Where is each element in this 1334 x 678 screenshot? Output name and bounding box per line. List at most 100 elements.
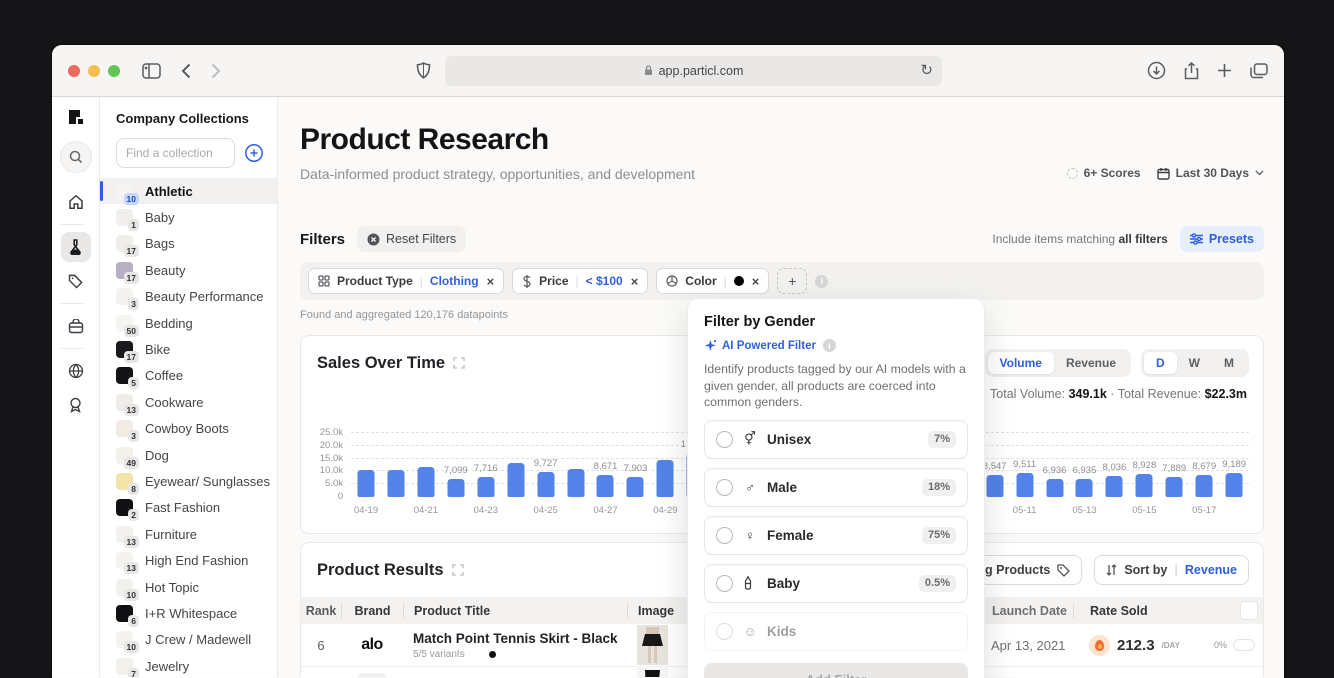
expand-icon[interactable] xyxy=(452,564,464,576)
bar-05-17[interactable] xyxy=(1196,475,1213,497)
collection-item-fast-fashion[interactable]: 2Fast Fashion xyxy=(100,495,277,521)
expand-icon[interactable] xyxy=(453,357,465,369)
collection-item-cookware[interactable]: 13Cookware xyxy=(100,389,277,415)
bar-04-27[interactable] xyxy=(597,475,614,497)
remove-chip-icon[interactable]: × xyxy=(487,274,495,289)
collection-search-input[interactable] xyxy=(116,138,235,168)
forward-button[interactable] xyxy=(211,63,221,79)
bar-05-16[interactable] xyxy=(1166,477,1183,497)
toggle-revenue[interactable]: Revenue xyxy=(1054,352,1128,374)
collection-count-badge: 17 xyxy=(124,245,139,257)
granularity-w[interactable]: W xyxy=(1177,352,1212,374)
filter-chip-price[interactable]: Price|< $100× xyxy=(512,268,648,294)
bar-04-26[interactable] xyxy=(567,469,584,497)
tab-overview-icon[interactable] xyxy=(1250,63,1268,79)
home-icon[interactable] xyxy=(61,187,91,217)
bar-05-18[interactable] xyxy=(1226,473,1243,497)
gender-option-male[interactable]: ♂Male18% xyxy=(704,468,968,507)
globe-icon[interactable] xyxy=(61,356,91,386)
bar-05-15[interactable] xyxy=(1136,474,1153,497)
date-range-selector[interactable]: Last 30 Days xyxy=(1157,166,1264,180)
downloads-icon[interactable] xyxy=(1147,61,1166,80)
close-window-button[interactable] xyxy=(68,65,80,77)
radio-button[interactable] xyxy=(716,431,733,448)
search-icon[interactable] xyxy=(60,141,92,173)
granularity-m[interactable]: M xyxy=(1212,352,1246,374)
bar-05-12[interactable] xyxy=(1046,479,1063,497)
collection-item-hot-topic[interactable]: 10Hot Topic xyxy=(100,574,277,600)
collection-thumbnail: 17 xyxy=(116,341,133,358)
column-header-launch-date[interactable]: Launch Date xyxy=(973,604,1073,618)
remove-chip-icon[interactable]: × xyxy=(752,274,760,289)
rank-cell: 6 xyxy=(301,638,341,653)
collection-item-furniture[interactable]: 13Furniture xyxy=(100,521,277,547)
bar-05-14[interactable] xyxy=(1106,476,1123,497)
bar-04-25[interactable] xyxy=(537,472,554,497)
radio-button[interactable] xyxy=(716,575,733,592)
toggle-volume[interactable]: Volume xyxy=(988,352,1054,374)
gender-option-unisex[interactable]: ⚥Unisex7% xyxy=(704,420,968,459)
collection-item-bike[interactable]: 17Bike xyxy=(100,336,277,362)
filter-chip-color[interactable]: Color|× xyxy=(656,268,769,294)
bar-04-22[interactable] xyxy=(447,479,464,497)
bar-05-11[interactable] xyxy=(1016,473,1033,497)
bar-04-23[interactable] xyxy=(477,477,494,497)
add-filter-button[interactable]: Add Filter xyxy=(704,663,968,678)
tag-icon[interactable] xyxy=(61,266,91,296)
minimize-window-button[interactable] xyxy=(88,65,100,77)
privacy-shield-icon[interactable] xyxy=(416,62,431,79)
column-header-brand[interactable]: Brand xyxy=(341,604,403,618)
collection-item-athletic[interactable]: 10Athletic xyxy=(100,178,277,204)
collection-item-baby[interactable]: 1Baby xyxy=(100,204,277,230)
column-header-product-title[interactable]: Product Title xyxy=(403,604,627,618)
collection-item-beauty[interactable]: 17Beauty xyxy=(100,257,277,283)
bar-05-10[interactable] xyxy=(986,475,1003,497)
collection-item-cowboy-boots[interactable]: 3Cowboy Boots xyxy=(100,416,277,442)
reload-icon[interactable]: ↻ xyxy=(920,61,933,79)
bar-04-21[interactable] xyxy=(417,467,434,497)
filters-info-icon[interactable]: i xyxy=(815,275,828,288)
collection-item-i-r-whitespace[interactable]: 6I+R Whitespace xyxy=(100,600,277,626)
remove-chip-icon[interactable]: × xyxy=(631,274,639,289)
sidebar-toggle-icon[interactable] xyxy=(142,63,161,79)
bar-04-24[interactable] xyxy=(507,463,524,497)
zoom-window-button[interactable] xyxy=(108,65,120,77)
collection-item-bedding[interactable]: 50Bedding xyxy=(100,310,277,336)
collection-item-coffee[interactable]: 5Coffee xyxy=(100,363,277,389)
back-button[interactable] xyxy=(181,63,191,79)
radio-button[interactable] xyxy=(716,479,733,496)
add-filter-chip-button[interactable]: + xyxy=(777,268,807,294)
radio-button[interactable] xyxy=(716,527,733,544)
presets-button[interactable]: Presets xyxy=(1180,226,1264,252)
bag-icon[interactable] xyxy=(61,311,91,341)
granularity-d[interactable]: D xyxy=(1144,352,1177,374)
add-collection-icon[interactable] xyxy=(243,142,265,164)
column-header-rate-sold[interactable]: Rate Sold xyxy=(1073,604,1193,618)
info-icon[interactable]: i xyxy=(823,339,836,352)
new-tab-icon[interactable] xyxy=(1217,63,1232,78)
column-header-rank[interactable]: Rank xyxy=(301,604,341,618)
filter-chip-product-type[interactable]: Product Type|Clothing× xyxy=(308,268,504,294)
bar-05-13[interactable] xyxy=(1076,479,1093,497)
gender-option-baby[interactable]: Baby0.5% xyxy=(704,564,968,603)
address-bar[interactable]: app.particl.com ↻ xyxy=(445,56,942,86)
collection-item-bags[interactable]: 17Bags xyxy=(100,231,277,257)
bar-04-19[interactable] xyxy=(357,470,374,497)
reset-filters-button[interactable]: Reset Filters xyxy=(357,226,466,252)
collection-item-high-end-fashion[interactable]: 13High End Fashion xyxy=(100,547,277,573)
collection-item-beauty-performance[interactable]: 3Beauty Performance xyxy=(100,284,277,310)
gender-option-female[interactable]: ♀Female75% xyxy=(704,516,968,555)
sort-by-button[interactable]: Sort by | Revenue xyxy=(1094,555,1249,585)
collection-item-jewelry[interactable]: 7Jewelry xyxy=(100,653,277,677)
share-icon[interactable] xyxy=(1184,62,1199,80)
bar-04-20[interactable] xyxy=(387,470,404,497)
collection-item-eyewear-sunglasses[interactable]: 8Eyewear/ Sunglasses xyxy=(100,468,277,494)
collection-item-j-crew-madewell[interactable]: 10J Crew / Madewell xyxy=(100,627,277,653)
award-icon[interactable] xyxy=(61,390,91,420)
flask-icon[interactable] xyxy=(61,232,91,262)
bar-04-29[interactable] xyxy=(657,460,674,497)
collection-item-dog[interactable]: 49Dog xyxy=(100,442,277,468)
scores-filter[interactable]: 6+ Scores xyxy=(1067,166,1141,180)
product-title-cell[interactable]: Match Point Tennis Skirt - Black5/5 vari… xyxy=(403,631,627,660)
bar-04-28[interactable] xyxy=(627,477,644,497)
